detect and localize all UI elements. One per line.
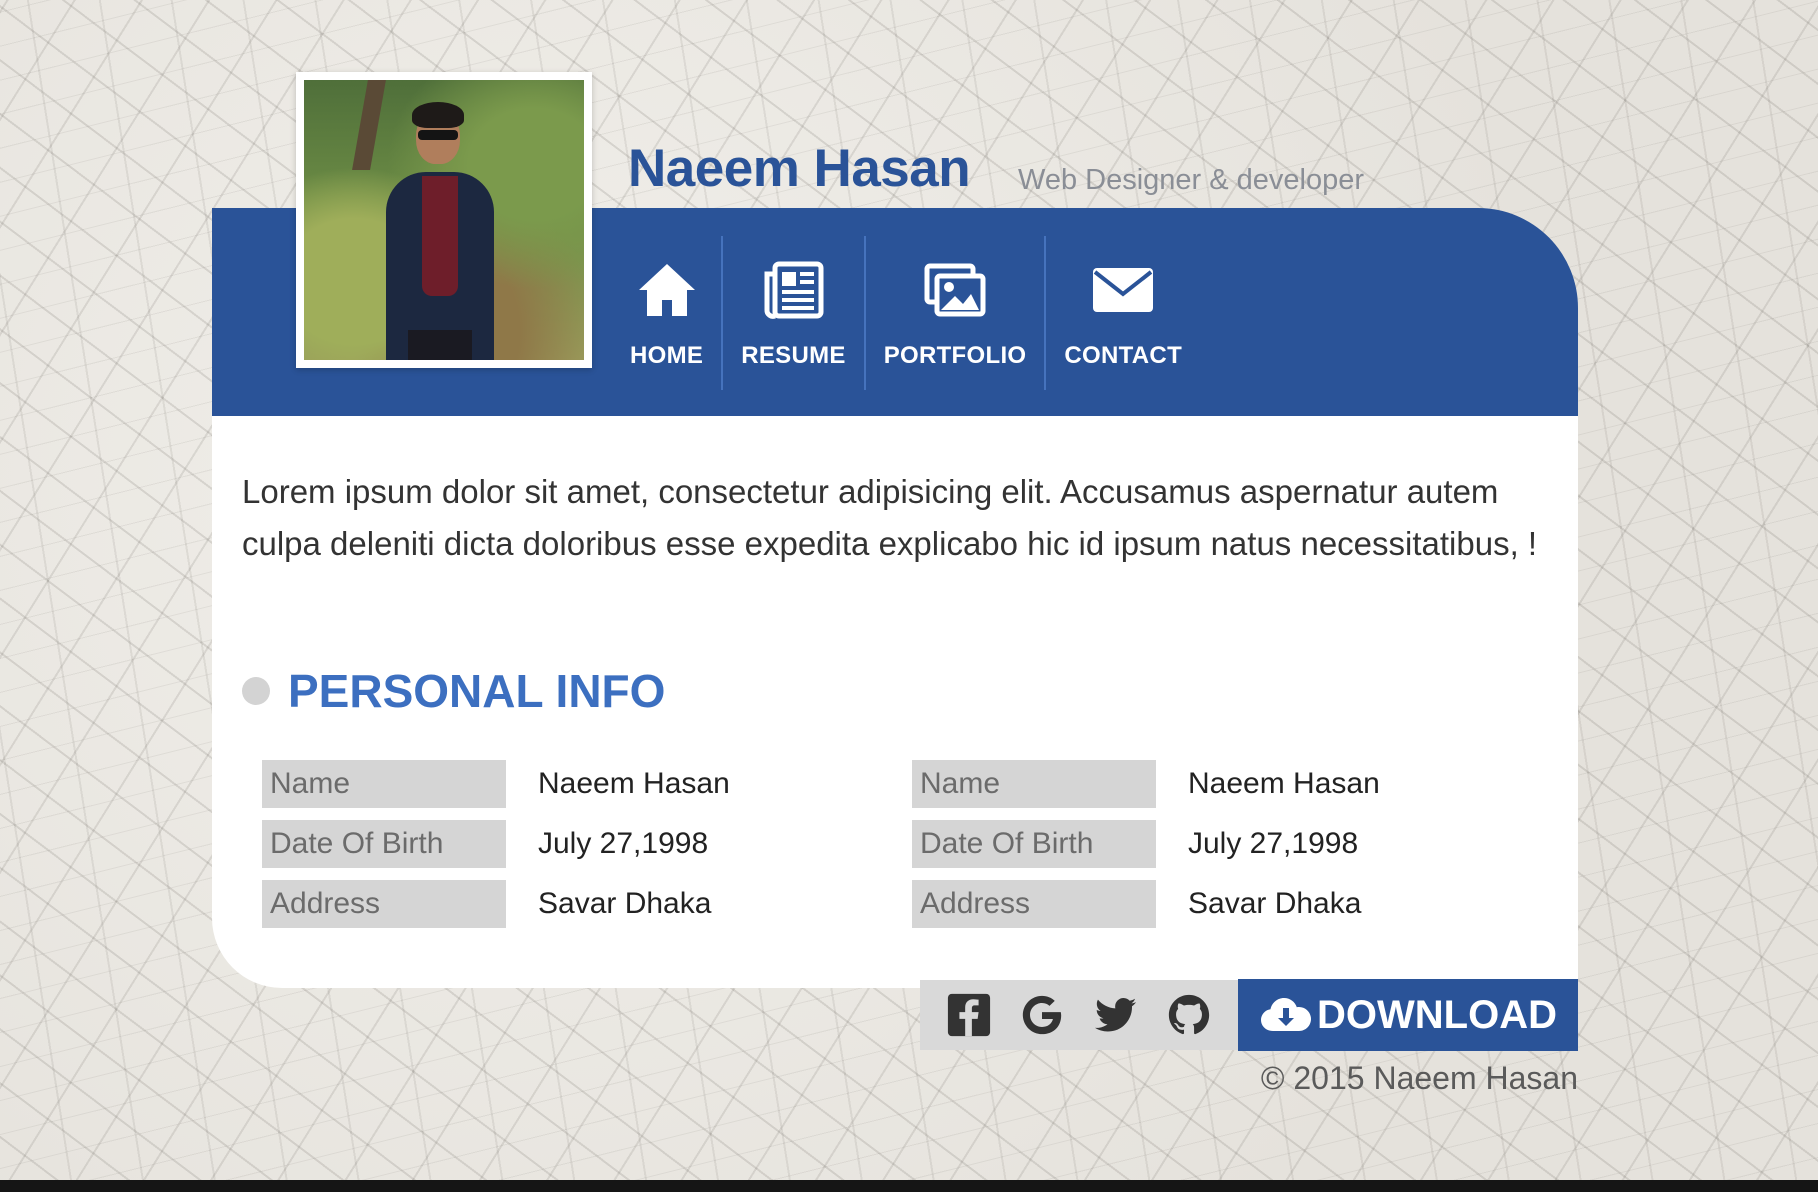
home-icon xyxy=(638,264,695,316)
info-label: Address xyxy=(912,880,1156,928)
nav-home[interactable]: HOME xyxy=(612,236,721,390)
envelope-icon xyxy=(1093,268,1154,312)
profile-name-row: Naeem Hasan xyxy=(628,138,971,199)
card-body: Lorem ipsum dolor sit amet, consectetur … xyxy=(212,416,1578,988)
social-links xyxy=(920,980,1238,1050)
bullet-icon xyxy=(242,677,270,705)
download-label: DOWNLOAD xyxy=(1317,992,1557,1037)
intro-text: Lorem ipsum dolor sit amet, consectetur … xyxy=(242,473,1538,562)
nav-resume[interactable]: RESUME xyxy=(723,236,863,390)
cloud-download-icon xyxy=(1261,998,1312,1031)
personal-info-heading: PERSONAL INFO xyxy=(242,664,665,718)
nav-resume-label: RESUME xyxy=(741,342,846,369)
info-row: Name Naeem Hasan xyxy=(912,760,1380,808)
facebook-icon[interactable] xyxy=(946,992,992,1038)
twitter-icon[interactable] xyxy=(1093,992,1139,1038)
info-row: Date Of Birth July 27,1998 xyxy=(262,820,730,868)
info-row: Address Savar Dhaka xyxy=(262,880,730,928)
info-label: Address xyxy=(262,880,506,928)
info-table-left: Name Naeem Hasan Date Of Birth July 27,1… xyxy=(262,760,730,940)
nav-contact-label: CONTACT xyxy=(1064,342,1183,369)
download-button[interactable]: DOWNLOAD xyxy=(1238,979,1578,1051)
info-row: Name Naeem Hasan xyxy=(262,760,730,808)
copyright-footer: © 2015 Naeem Hasan xyxy=(1260,1060,1578,1096)
info-row: Address Savar Dhaka xyxy=(912,880,1380,928)
nav-portfolio[interactable]: PORTFOLIO xyxy=(866,236,1045,390)
info-table-right: Name Naeem Hasan Date Of Birth July 27,1… xyxy=(912,760,1380,940)
nav-contact[interactable]: CONTACT xyxy=(1046,236,1200,390)
info-value: Savar Dhaka xyxy=(538,887,712,920)
google-icon[interactable] xyxy=(1019,992,1065,1038)
info-label: Date Of Birth xyxy=(262,820,506,868)
info-value: Savar Dhaka xyxy=(1188,887,1362,920)
info-value: Naeem Hasan xyxy=(1188,767,1380,800)
info-label: Name xyxy=(262,760,506,808)
github-icon[interactable] xyxy=(1166,992,1212,1038)
info-row: Date Of Birth July 27,1998 xyxy=(912,820,1380,868)
nav-portfolio-label: PORTFOLIO xyxy=(883,342,1027,369)
info-value: July 27,1998 xyxy=(1188,827,1359,860)
profile-tagline: Web Designer & developer xyxy=(1018,164,1365,196)
newspaper-icon xyxy=(764,261,824,319)
main-nav: HOME RESUME PORTFOLIO CONTACT xyxy=(612,236,1200,390)
window-bottom-edge xyxy=(0,1180,1818,1192)
nav-home-label: HOME xyxy=(630,342,704,369)
profile-photo-frame xyxy=(296,72,592,368)
images-icon xyxy=(924,263,986,317)
personal-info-title: PERSONAL INFO xyxy=(288,665,666,717)
profile-name: Naeem Hasan xyxy=(628,139,971,198)
info-value: July 27,1998 xyxy=(538,827,709,860)
info-label: Name xyxy=(912,760,1156,808)
info-label: Date Of Birth xyxy=(912,820,1156,868)
info-value: Naeem Hasan xyxy=(538,767,730,800)
profile-photo xyxy=(304,80,584,360)
